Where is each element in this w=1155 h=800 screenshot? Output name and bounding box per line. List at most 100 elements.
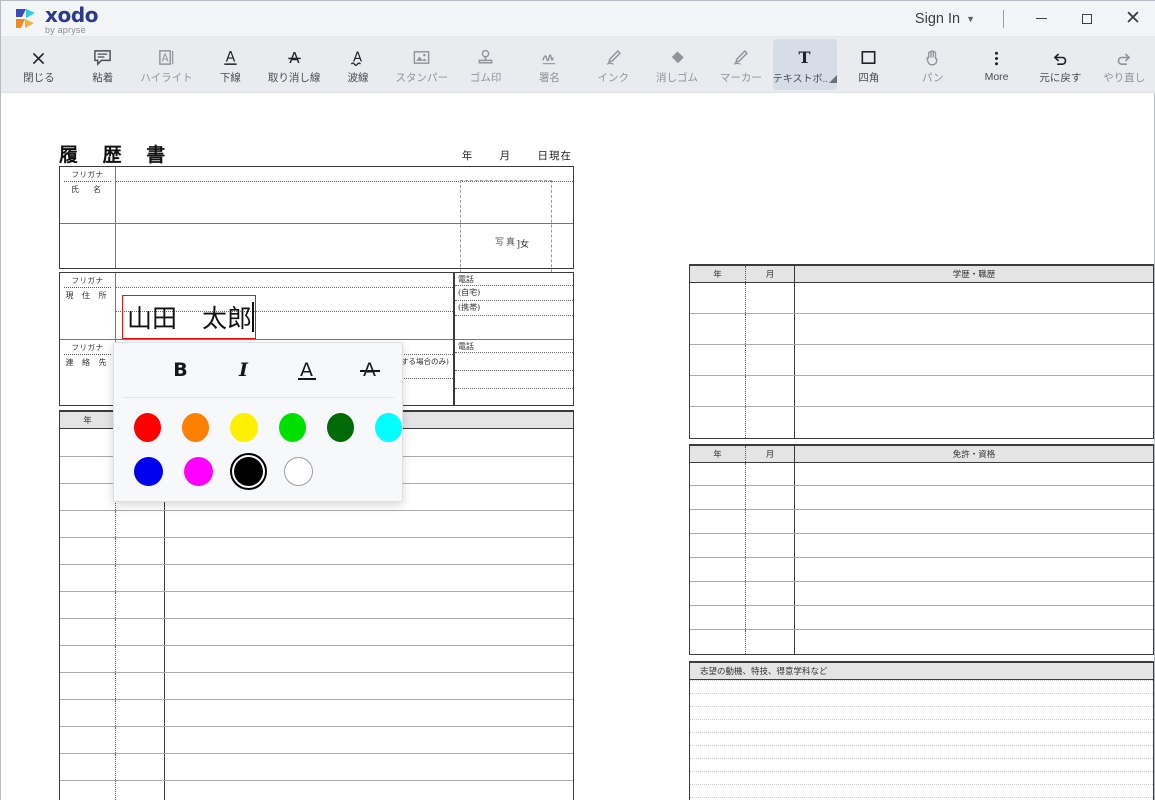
strikethrough-button[interactable]: A xyxy=(355,355,385,385)
minimize-button[interactable] xyxy=(1018,1,1064,37)
column-header-year: 年 xyxy=(60,412,116,428)
table-row[interactable] xyxy=(690,283,1153,314)
tool-label: ゴム印 xyxy=(469,71,502,84)
tool-label: マーカー xyxy=(719,71,762,84)
color-swatch-blue[interactable] xyxy=(134,457,163,486)
bold-button[interactable]: B xyxy=(166,355,196,385)
color-swatch-yellow[interactable] xyxy=(230,413,258,442)
phone-info-box: 電話 (自宅) (携帯) 電話 xyxy=(454,272,574,406)
color-swatch-magenta[interactable] xyxy=(184,457,213,486)
motivation-section: 志望の動機、特技、得意学科など xyxy=(689,661,1154,800)
table-row[interactable] xyxy=(60,592,573,619)
tool-ink[interactable]: インク xyxy=(581,39,645,90)
underline-button[interactable]: A xyxy=(292,355,322,385)
contact-phone-cell[interactable]: 電話 xyxy=(455,339,573,407)
svg-text:T: T xyxy=(799,48,811,67)
color-swatch-orange[interactable] xyxy=(182,413,210,442)
xodo-window: xodo by apryse Sign In ▼ ✕ 閉じる 粘着 A ハイライ… xyxy=(0,0,1155,800)
text-annotation-box[interactable]: 山田 太郎 xyxy=(122,295,256,339)
table-row[interactable] xyxy=(690,630,1153,654)
table-row[interactable] xyxy=(60,538,573,565)
table-row[interactable] xyxy=(60,619,573,646)
table-row[interactable] xyxy=(60,511,573,538)
color-row xyxy=(134,413,403,442)
tool-label: やり直し xyxy=(1103,71,1146,84)
strikethrough-icon: A xyxy=(285,45,304,67)
signature-icon xyxy=(540,45,559,67)
close-icon: ✕ xyxy=(1125,8,1141,29)
tool-close[interactable]: 閉じる xyxy=(7,39,71,90)
sign-in-button[interactable]: Sign In ▼ xyxy=(907,7,983,31)
table-row[interactable] xyxy=(690,606,1153,630)
phone-label: 電話 xyxy=(458,342,474,351)
table-row[interactable] xyxy=(60,565,573,592)
tool-underline[interactable]: A 下線 xyxy=(198,39,262,90)
tool-redo[interactable]: やり直し xyxy=(1092,39,1155,90)
table-row[interactable] xyxy=(60,727,573,754)
tool-squiggly[interactable]: A 波線 xyxy=(326,39,390,90)
table-row[interactable] xyxy=(60,646,573,673)
brand-tagline: by apryse xyxy=(45,24,86,35)
undo-icon xyxy=(1050,45,1070,67)
color-swatch-dark-green[interactable] xyxy=(326,413,354,442)
style-button-row: B I A A xyxy=(114,343,402,397)
textbox-icon: T xyxy=(795,45,814,67)
table-row[interactable] xyxy=(690,345,1153,376)
home-phone-cell[interactable]: 電話 (自宅) (携帯) xyxy=(455,273,573,339)
tool-rectangle[interactable]: 四角 xyxy=(837,39,901,90)
pdf-canvas[interactable]: 履 歴 書 年 月 日現在 フリガナ 氏 名]女 写真 フリガナ 現 住 所 … xyxy=(1,94,1154,800)
table-row[interactable] xyxy=(690,510,1153,534)
color-swatch-cyan[interactable] xyxy=(374,413,403,442)
contact-note: する場合のみ) xyxy=(401,357,449,366)
section-body[interactable] xyxy=(690,680,1153,800)
table-row[interactable] xyxy=(690,314,1153,345)
table-header: 年 月 学歴・職歴 xyxy=(690,266,1153,283)
tool-label: インク xyxy=(597,71,629,84)
table-row[interactable] xyxy=(690,486,1153,510)
current-address-label-cell: フリガナ 現 住 所 xyxy=(60,273,116,339)
italic-button[interactable]: I xyxy=(229,355,259,385)
marker-icon xyxy=(731,45,750,67)
tool-strikethrough[interactable]: A 取り消し線 xyxy=(262,39,326,90)
tool-label: 閉じる xyxy=(23,71,55,84)
table-row[interactable] xyxy=(690,534,1153,558)
furigana-label: フリガナ xyxy=(71,170,104,179)
tool-sticky-note[interactable]: 粘着 xyxy=(71,39,135,90)
tool-more[interactable]: More xyxy=(965,39,1029,90)
table-row[interactable] xyxy=(60,673,573,700)
document-date-line: 年 月 日現在 xyxy=(461,150,572,162)
tool-label: 取り消し線 xyxy=(267,71,321,84)
color-swatch-black[interactable] xyxy=(230,453,267,490)
pen-ink-icon xyxy=(604,45,623,67)
tool-highlight[interactable]: A ハイライト xyxy=(135,39,199,90)
tool-signature[interactable]: 署名 xyxy=(518,39,582,90)
tool-label: More xyxy=(984,71,1009,83)
close-button[interactable]: ✕ xyxy=(1110,1,1155,37)
tool-rubber-stamp[interactable]: ゴム印 xyxy=(454,39,518,90)
text-format-popup[interactable]: B I A A xyxy=(113,342,403,502)
tool-marker[interactable]: マーカー xyxy=(709,39,773,90)
table-row[interactable] xyxy=(60,754,573,781)
minimize-icon xyxy=(1035,18,1047,19)
table-row[interactable] xyxy=(60,700,573,727)
color-palette xyxy=(114,398,403,490)
tool-label: 四角 xyxy=(858,71,880,84)
titlebar-divider xyxy=(1003,9,1004,28)
tool-image-stamp[interactable]: スタンパー xyxy=(390,39,454,90)
table-row[interactable] xyxy=(690,407,1153,438)
color-swatch-green[interactable] xyxy=(278,413,306,442)
table-row[interactable] xyxy=(60,781,573,800)
history-table-right: 年 月 学歴・職歴 xyxy=(689,264,1154,439)
tool-eraser[interactable]: 消しゴム xyxy=(645,39,709,90)
color-swatch-white[interactable] xyxy=(284,457,313,486)
maximize-button[interactable] xyxy=(1064,1,1110,37)
table-row[interactable] xyxy=(690,582,1153,606)
tool-undo[interactable]: 元に戻す xyxy=(1028,39,1092,90)
color-swatch-red[interactable] xyxy=(134,413,162,442)
table-row[interactable] xyxy=(690,376,1153,407)
table-row[interactable] xyxy=(690,558,1153,582)
personal-info-box: フリガナ 氏 名 ]女 写真 xyxy=(59,166,574,302)
tool-pan[interactable]: パン xyxy=(901,39,965,90)
tool-textbox[interactable]: T テキストボ.. xyxy=(772,39,838,90)
table-row[interactable] xyxy=(690,463,1153,486)
